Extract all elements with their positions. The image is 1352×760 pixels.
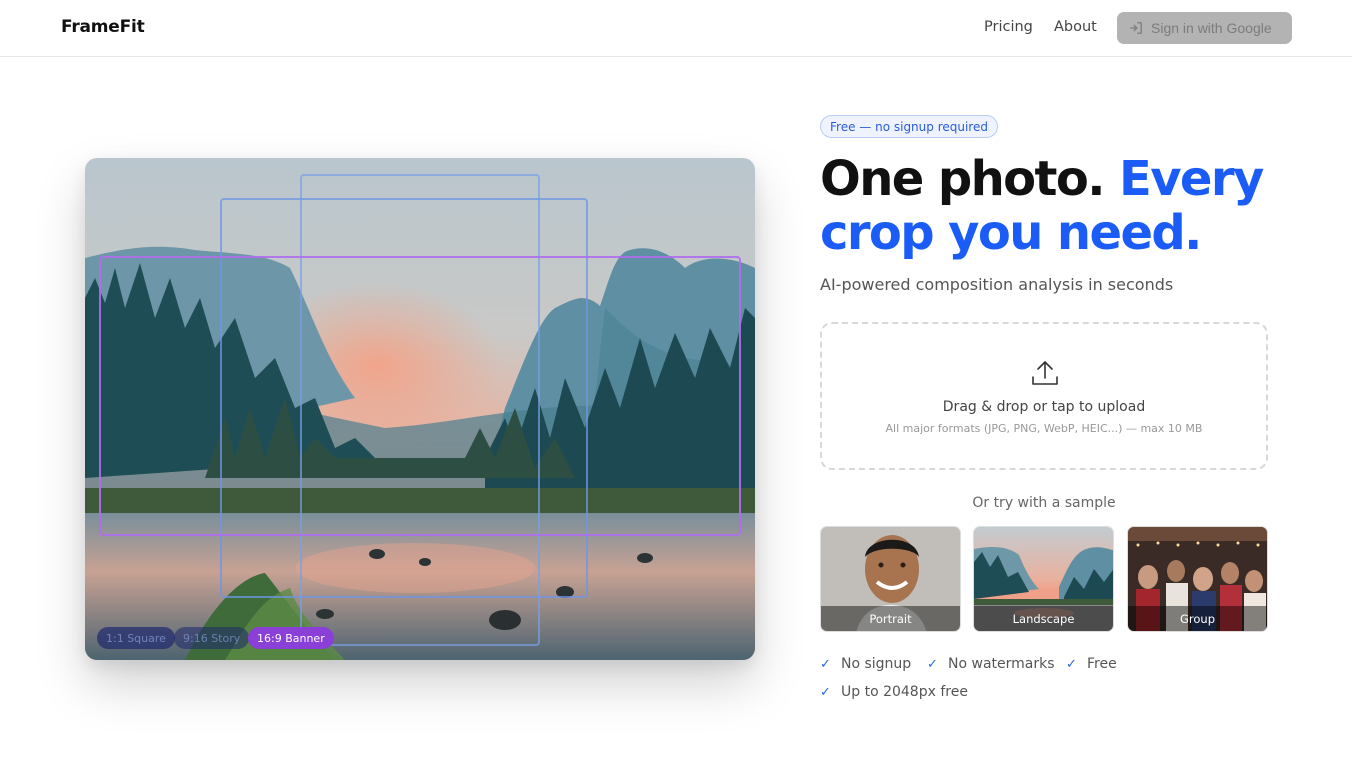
feature-item: ✓ Free [1066,656,1117,672]
check-icon: ✓ [820,684,831,700]
top-navigation-bar: FrameFit Pricing About Sign in with Goog… [0,0,1352,57]
check-icon: ✓ [1066,656,1077,672]
sign-in-label: Sign in with Google [1151,20,1272,36]
sample-group-label: Group [1128,606,1267,631]
feature-label: No signup [841,656,912,672]
sample-heading: Or try with a sample [972,495,1116,511]
login-arrow-icon [1130,22,1142,34]
feature-label: No watermarks [948,656,1055,672]
crop-chip-banner[interactable]: 16:9 Banner [248,627,334,649]
sign-in-google-button[interactable]: Sign in with Google [1117,12,1292,44]
upload-dropzone[interactable]: Drag & drop or tap to upload All major f… [820,322,1268,470]
sample-group[interactable]: Group [1127,526,1268,632]
sample-portrait-label: Portrait [821,606,960,631]
hero-crop-preview: 1:1 Square 9:16 Story 16:9 Banner [85,158,755,660]
free-badge: Free — no signup required [820,115,998,138]
feature-item: ✓ No watermarks [927,656,1055,672]
nav-pricing-link[interactable]: Pricing [984,19,1033,35]
crop-chip-square[interactable]: 1:1 Square [97,627,175,649]
check-icon: ✓ [820,656,831,672]
upload-icon [1032,361,1058,385]
feature-label: Free [1087,656,1117,672]
sample-portrait[interactable]: Portrait [820,526,961,632]
check-icon: ✓ [927,656,938,672]
upload-hint: All major formats (JPG, PNG, WebP, HEIC.… [885,422,1203,435]
hero-headline: One photo. Every crop you need. [820,152,1290,260]
feature-item: ✓ Up to 2048px free [820,684,968,700]
crop-frame-banner [99,256,741,536]
sample-landscape[interactable]: Landscape [973,526,1114,632]
crop-chip-story[interactable]: 9:16 Story [174,627,250,649]
sample-landscape-label: Landscape [974,606,1113,631]
nav-about-link[interactable]: About [1054,19,1097,35]
upload-title: Drag & drop or tap to upload [942,399,1146,415]
feature-item: ✓ No signup [820,656,911,672]
hero-subtitle: AI-powered composition analysis in secon… [820,275,1174,294]
brand-logo[interactable]: FrameFit [61,17,145,37]
headline-part-1: One photo. [820,151,1106,207]
feature-label: Up to 2048px free [841,684,968,700]
